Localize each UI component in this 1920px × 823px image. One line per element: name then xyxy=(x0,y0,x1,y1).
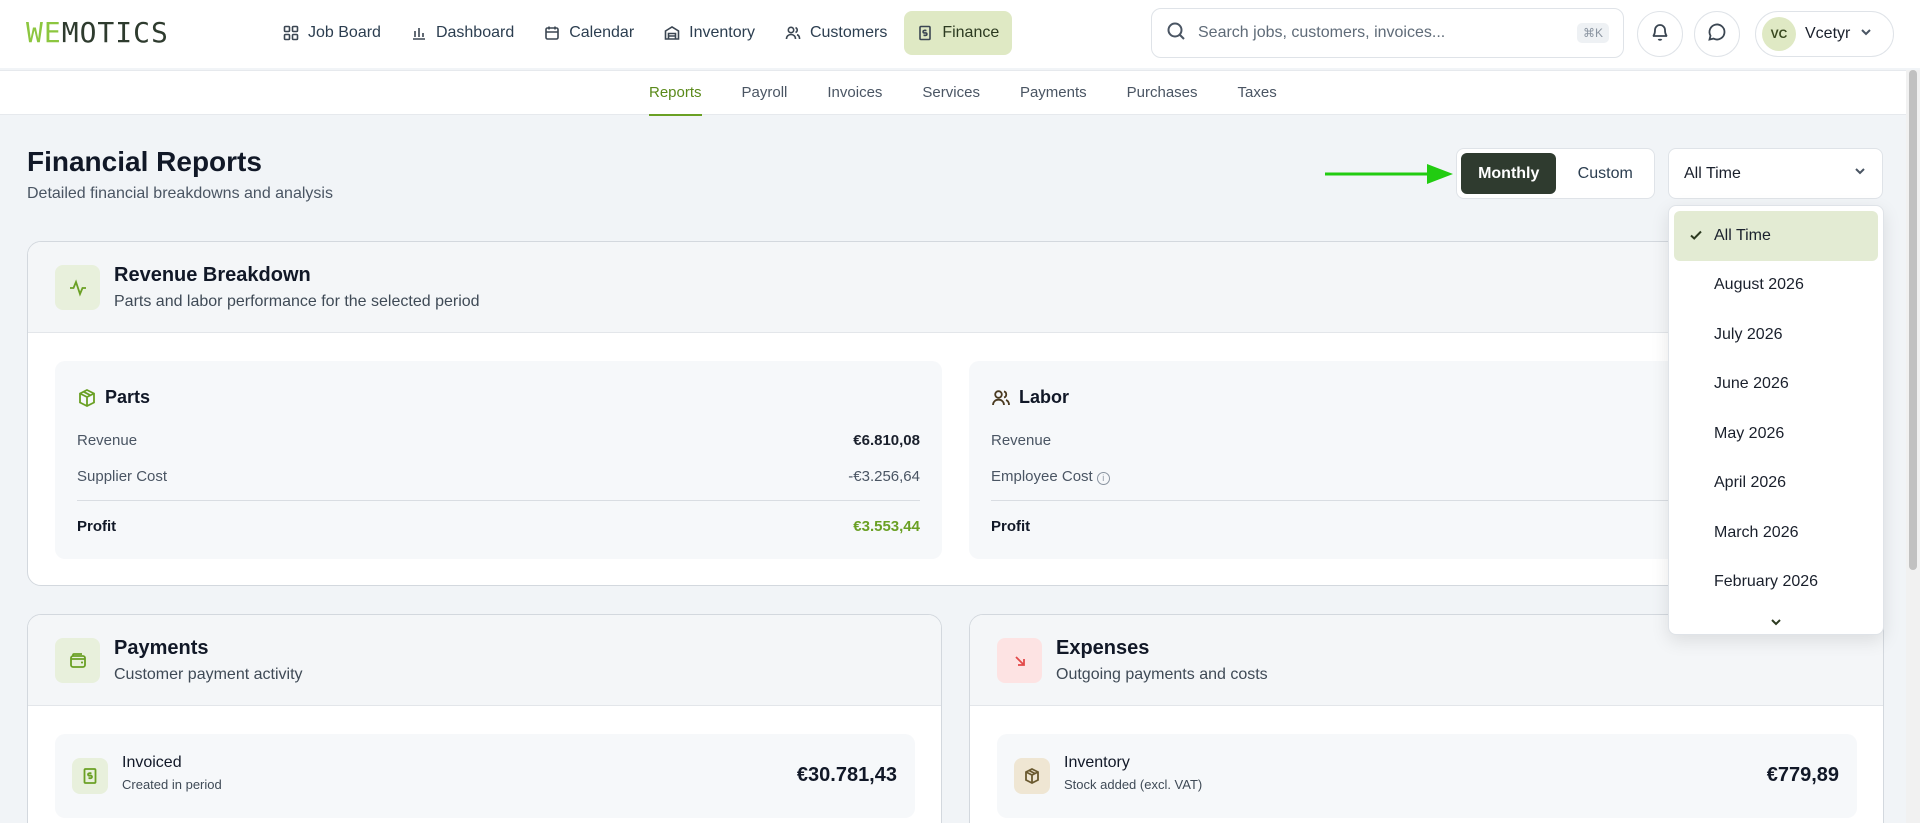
card-title: Expenses xyxy=(1056,637,1150,659)
item-subtitle: Stock added (excl. VAT) xyxy=(1064,777,1203,792)
period-select[interactable]: All Time xyxy=(1668,148,1883,199)
monthly-button[interactable]: Monthly xyxy=(1461,153,1557,194)
nav-inventory[interactable]: Inventory xyxy=(651,11,768,55)
custom-button[interactable]: Custom xyxy=(1560,153,1650,194)
panel-title: Parts xyxy=(77,387,150,408)
messages-button[interactable] xyxy=(1694,11,1740,57)
parts-panel: Parts Revenue €6.810,08 Supplier Cost -€3.… xyxy=(55,361,942,559)
period-option[interactable]: February 2026 xyxy=(1674,558,1878,608)
page-title: Financial Reports xyxy=(27,146,262,177)
parts-cost-row: Supplier Cost -€3.256,64 xyxy=(77,468,920,485)
nav-dashboard[interactable]: Dashboard xyxy=(398,11,527,55)
period-mode-toggle: Monthly Custom xyxy=(1456,148,1655,199)
nav-label: Inventory xyxy=(689,24,755,41)
period-option[interactable]: May 2026 xyxy=(1674,409,1878,459)
payments-card: Payments Customer payment activity Invoi… xyxy=(27,614,942,823)
period-select-value: All Time xyxy=(1684,164,1741,182)
card-title: Revenue Breakdown xyxy=(114,264,311,286)
item-title: Invoiced xyxy=(122,754,182,771)
receipt-icon xyxy=(72,758,108,794)
tab-taxes[interactable]: Taxes xyxy=(1218,71,1297,115)
user-name: Vcetyr xyxy=(1805,25,1851,42)
activity-icon xyxy=(55,265,100,310)
card-subtitle: Outgoing payments and costs xyxy=(1056,666,1268,683)
nav-calendar[interactable]: Calendar xyxy=(531,11,647,55)
nav-label: Customers xyxy=(809,24,888,41)
nav-label: Calendar xyxy=(569,24,635,41)
nav-label: Finance xyxy=(942,24,1000,41)
nav-finance[interactable]: Finance xyxy=(904,11,1013,55)
card-title: Payments xyxy=(114,637,209,659)
period-option[interactable]: April 2026 xyxy=(1674,459,1878,509)
inventory-expense-item: Inventory Stock added (excl. VAT) €779,8… xyxy=(997,734,1857,818)
nav-label: Dashboard xyxy=(435,24,515,41)
period-option[interactable]: July 2026 xyxy=(1674,310,1878,360)
receipt-icon xyxy=(917,25,933,41)
panel-title: Labor xyxy=(991,387,1069,408)
inventory-amount: €779,89 xyxy=(1766,764,1839,786)
nav-customers[interactable]: Customers xyxy=(772,11,900,55)
page-subtitle: Detailed financial breakdowns and analys… xyxy=(27,185,333,202)
notifications-button[interactable] xyxy=(1637,11,1683,57)
search-icon xyxy=(1166,21,1186,46)
card-header: Revenue Breakdown Parts and labor perfor… xyxy=(28,242,1883,333)
chevron-down-icon xyxy=(1853,164,1867,183)
tab-purchases[interactable]: Purchases xyxy=(1107,71,1218,115)
tab-payments[interactable]: Payments xyxy=(1000,71,1107,115)
scroll-down-chevron-icon[interactable] xyxy=(1669,614,1883,630)
grid-icon xyxy=(283,25,299,41)
package-icon xyxy=(1014,758,1050,794)
page-scrollbar[interactable] xyxy=(1906,70,1920,823)
period-option[interactable]: June 2026 xyxy=(1674,360,1878,410)
arrow-down-right-icon xyxy=(997,638,1042,683)
item-subtitle: Created in period xyxy=(122,777,222,792)
card-subtitle: Parts and labor performance for the sele… xyxy=(114,293,480,310)
invoiced-item: Invoiced Created in period €30.781,43 xyxy=(55,734,915,818)
tab-payroll[interactable]: Payroll xyxy=(722,71,808,115)
period-option[interactable]: All Time xyxy=(1674,211,1878,261)
info-icon[interactable]: i xyxy=(1096,472,1110,485)
warehouse-icon xyxy=(664,25,680,41)
period-option[interactable]: March 2026 xyxy=(1674,508,1878,558)
avatar: VC xyxy=(1762,17,1796,51)
calendar-icon xyxy=(544,25,560,41)
period-dropdown: All Time August 2026 July 2026 June 2026… xyxy=(1668,205,1884,635)
tab-invoices[interactable]: Invoices xyxy=(807,71,902,115)
invoiced-amount: €30.781,43 xyxy=(796,764,897,786)
green-arrow-annotation xyxy=(1325,164,1453,184)
wemotics-logo[interactable]: WEMOTICS xyxy=(26,16,169,49)
period-option[interactable]: August 2026 xyxy=(1674,261,1878,311)
bar-chart-icon xyxy=(411,25,427,41)
user-menu[interactable]: VC Vcetyr xyxy=(1755,11,1894,57)
nav-label: Job Board xyxy=(308,24,381,41)
top-bar: WEMOTICS Job Board Dashboard Calendar In… xyxy=(0,0,1920,68)
item-title: Inventory xyxy=(1064,754,1130,771)
scrollbar-thumb[interactable] xyxy=(1909,70,1917,570)
finance-subnav: Reports Payroll Invoices Services Paymen… xyxy=(0,70,1920,116)
tab-reports[interactable]: Reports xyxy=(649,71,722,116)
wallet-icon xyxy=(55,638,100,683)
check-icon xyxy=(1688,227,1704,248)
expenses-card: Expenses Outgoing payments and costs Inv… xyxy=(969,614,1884,823)
global-search[interactable]: ⌘K xyxy=(1151,8,1624,58)
parts-revenue-row: Revenue €6.810,08 xyxy=(77,432,920,449)
card-subtitle: Customer payment activity xyxy=(114,666,303,683)
chevron-down-icon xyxy=(1859,25,1873,44)
search-shortcut: ⌘K xyxy=(1576,23,1609,43)
nav-job-board[interactable]: Job Board xyxy=(270,11,394,55)
users-icon xyxy=(992,389,1010,405)
tab-services[interactable]: Services xyxy=(902,71,1000,115)
users-icon xyxy=(785,25,801,41)
chat-bubble-icon xyxy=(1707,22,1727,47)
bell-icon xyxy=(1650,22,1670,47)
package-icon xyxy=(79,388,95,407)
divider xyxy=(77,500,920,501)
parts-profit-row: Profit €3.553,44 xyxy=(77,518,920,535)
main-nav: Job Board Dashboard Calendar Inventory C… xyxy=(270,11,1013,55)
card-header: Payments Customer payment activity xyxy=(28,615,941,706)
revenue-breakdown-card: Revenue Breakdown Parts and labor perfor… xyxy=(27,241,1884,586)
search-input[interactable] xyxy=(1198,24,1565,42)
